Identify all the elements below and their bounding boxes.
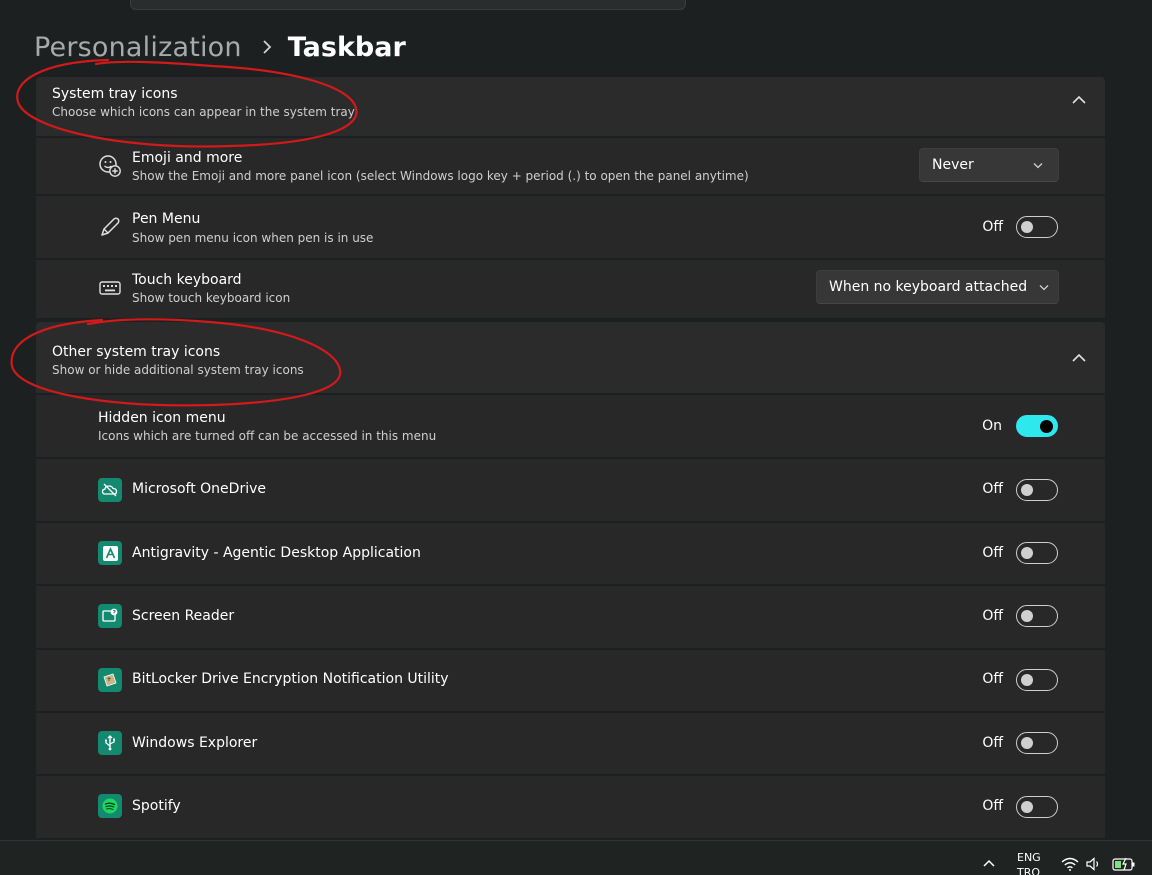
toggle-state-label: Off	[982, 671, 1003, 687]
windows-explorer-toggle[interactable]	[1016, 732, 1058, 754]
setting-row-hidden-icon-menu: Hidden icon menu Icons which are turned …	[36, 395, 1105, 457]
app-name: Windows Explorer	[132, 735, 258, 751]
setting-title: Touch keyboard	[132, 272, 242, 288]
app-name: Spotify	[132, 798, 181, 814]
setting-description: Show touch keyboard icon	[132, 291, 291, 305]
onedrive-toggle[interactable]	[1016, 479, 1058, 501]
antigravity-icon	[98, 541, 122, 565]
app-row-screen-reader: Screen Reader Off	[36, 586, 1105, 648]
section-description: Choose which icons can appear in the sys…	[52, 105, 355, 119]
dropdown-value: Never	[932, 157, 974, 173]
other-tray-section-header[interactable]: Other system tray icons Show or hide add…	[36, 322, 1105, 393]
app-name: Antigravity - Agentic Desktop Applicatio…	[132, 545, 421, 561]
emoji-icon	[98, 154, 122, 178]
spotify-icon	[98, 794, 122, 818]
chevron-right-icon	[262, 40, 272, 54]
app-row-bitlocker: BitLocker Drive Encryption Notification …	[36, 650, 1105, 711]
toggle-state-label: Off	[982, 545, 1003, 561]
toggle-state-label: Off	[982, 608, 1003, 624]
chevron-up-icon[interactable]	[1069, 90, 1089, 110]
touch-keyboard-dropdown[interactable]: When no keyboard attached	[816, 270, 1059, 304]
usb-icon	[98, 731, 122, 755]
breadcrumb-personalization[interactable]: Personalization	[34, 32, 242, 63]
setting-title: Pen Menu	[132, 211, 201, 227]
toggle-state-label: On	[982, 418, 1002, 434]
bitlocker-toggle[interactable]	[1016, 669, 1058, 691]
app-name: BitLocker Drive Encryption Notification …	[132, 671, 449, 687]
setting-row-emoji: Emoji and more Show the Emoji and more p…	[36, 138, 1105, 194]
breadcrumb: Personalization Taskbar	[34, 27, 406, 67]
antigravity-toggle[interactable]	[1016, 542, 1058, 564]
app-name: Microsoft OneDrive	[132, 481, 266, 497]
setting-description: Icons which are turned off can be access…	[98, 429, 437, 443]
keyboard-icon	[98, 276, 122, 300]
app-row-windows-explorer: Windows Explorer Off	[36, 713, 1105, 774]
hidden-icon-menu-toggle[interactable]	[1016, 415, 1058, 437]
app-row-onedrive: Microsoft OneDrive Off	[36, 459, 1105, 521]
emoji-dropdown[interactable]: Never	[919, 148, 1059, 182]
app-name: Screen Reader	[132, 608, 235, 624]
search-box[interactable]	[130, 0, 686, 10]
toggle-state-label: Off	[982, 735, 1003, 751]
pen-icon	[98, 215, 122, 239]
volume-icon[interactable]	[1086, 857, 1102, 871]
bitlocker-icon	[98, 668, 122, 692]
screen-reader-toggle[interactable]	[1016, 605, 1058, 627]
chevron-up-icon[interactable]	[1069, 348, 1089, 368]
dropdown-value: When no keyboard attached	[829, 279, 1028, 295]
onedrive-icon	[98, 478, 122, 502]
chevron-down-icon	[1039, 281, 1049, 293]
setting-row-pen-menu: Pen Menu Show pen menu icon when pen is …	[36, 196, 1105, 258]
wifi-icon[interactable]	[1061, 856, 1079, 872]
taskbar: ENG TRQ	[0, 840, 1152, 875]
setting-row-touch-keyboard: Touch keyboard Show touch keyboard icon …	[36, 260, 1105, 318]
spotify-toggle[interactable]	[1016, 796, 1058, 818]
pen-menu-toggle[interactable]	[1016, 216, 1058, 238]
screen-reader-icon	[98, 604, 122, 628]
language-line-2: TRQ	[1017, 866, 1041, 875]
system-tray-section-header[interactable]: System tray icons Choose which icons can…	[36, 77, 1105, 136]
page-title: Taskbar	[287, 31, 406, 63]
battery-icon[interactable]	[1111, 856, 1137, 872]
show-hidden-icons-chevron-icon[interactable]	[982, 858, 996, 868]
setting-description: Show pen menu icon when pen is in use	[132, 231, 374, 245]
chevron-down-icon	[1032, 159, 1044, 171]
section-description: Show or hide additional system tray icon…	[52, 363, 304, 377]
setting-title: Emoji and more	[132, 150, 243, 166]
toggle-state-label: Off	[982, 219, 1003, 235]
language-indicator[interactable]: ENG TRQ	[1017, 850, 1053, 875]
section-title: Other system tray icons	[52, 344, 221, 360]
toggle-state-label: Off	[982, 798, 1003, 814]
section-title: System tray icons	[52, 86, 178, 102]
language-line-1: ENG	[1017, 851, 1041, 864]
app-row-antigravity: Antigravity - Agentic Desktop Applicatio…	[36, 523, 1105, 584]
setting-description: Show the Emoji and more panel icon (sele…	[132, 169, 749, 183]
setting-title: Hidden icon menu	[98, 410, 226, 426]
toggle-state-label: Off	[982, 481, 1003, 497]
app-row-spotify: Spotify Off	[36, 776, 1105, 838]
